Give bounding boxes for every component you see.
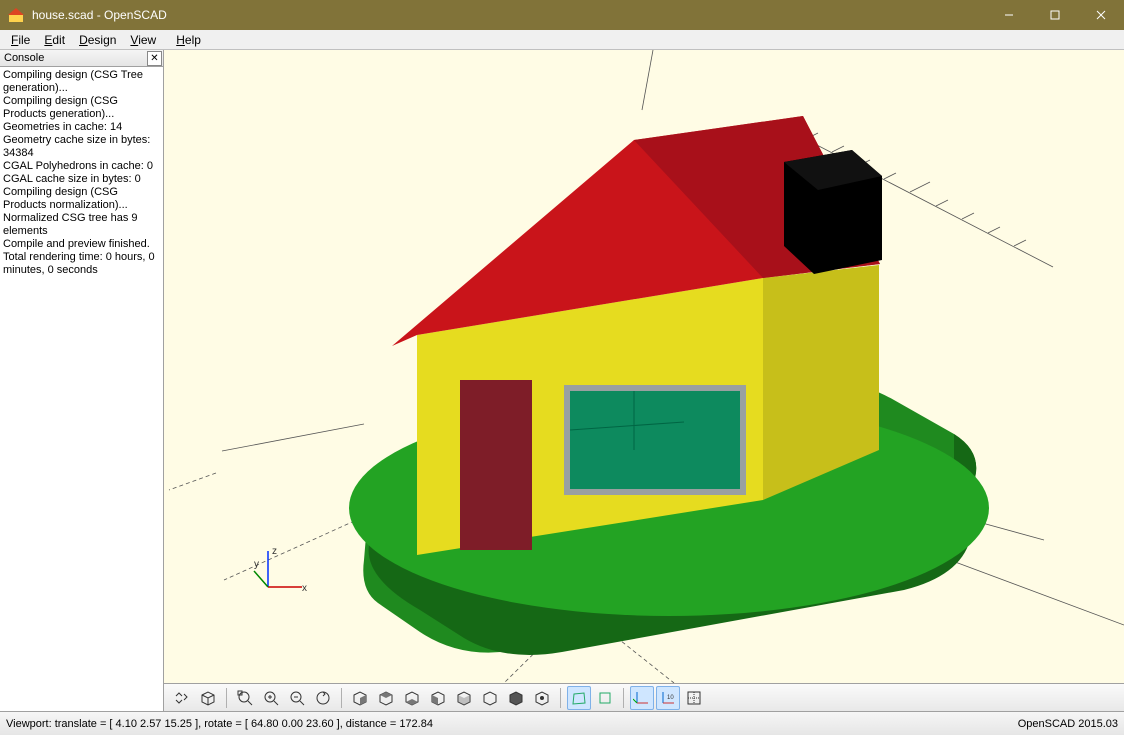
menu-file[interactable]: File [4,32,37,48]
console-output: Compiling design (CSG Tree generation)..… [0,67,163,279]
console-line: Total rendering time: 0 hours, 0 minutes… [3,251,160,277]
window-title: house.scad - OpenSCAD [32,8,986,22]
zoom-in-icon[interactable] [259,686,283,710]
workspace: Console ✕ Compiling design (CSG Tree gen… [0,50,1124,711]
view-front-icon[interactable] [452,686,476,710]
console-line: CGAL Polyhedrons in cache: 0 [3,160,160,173]
viewport-area: z x y 10 [164,50,1124,711]
menu-help[interactable]: Help [169,32,208,48]
crosshairs-icon[interactable] [682,686,706,710]
svg-text:x: x [302,583,307,594]
console-line: CGAL cache size in bytes: 0 [3,173,160,186]
menu-view[interactable]: View [123,32,163,48]
3d-viewport[interactable]: z x y [164,50,1124,683]
minimize-button[interactable] [986,0,1032,30]
close-button[interactable] [1078,0,1124,30]
app-icon [8,7,24,23]
svg-text:10: 10 [667,695,674,701]
view-top-icon[interactable] [374,686,398,710]
view-toolbar: 10 [164,683,1124,711]
console-line: Compiling design (CSG Tree generation)..… [3,69,160,95]
view-center-icon[interactable] [530,686,554,710]
reset-view-icon[interactable] [311,686,335,710]
show-scale-icon[interactable]: 10 [656,686,680,710]
preview-icon[interactable] [196,686,220,710]
status-viewport-info: Viewport: translate = [ 4.10 2.57 15.25 … [6,718,433,730]
orthogonal-icon[interactable] [593,686,617,710]
axis-gizmo: z x y [250,545,310,605]
view-back-icon[interactable] [478,686,502,710]
view-all-icon[interactable] [233,686,257,710]
svg-text:z: z [272,546,277,557]
console-line: Compiling design (CSG Products generatio… [3,95,160,121]
tool-expand-icon[interactable] [170,686,194,710]
menu-design[interactable]: Design [72,32,123,48]
console-line: Compile and preview finished. [3,238,160,251]
perspective-icon[interactable] [567,686,591,710]
zoom-out-icon[interactable] [285,686,309,710]
console-line: Normalized CSG tree has 9 elements [3,212,160,238]
console-line: Geometries in cache: 14 [3,121,160,134]
window-titlebar: house.scad - OpenSCAD [0,0,1124,30]
console-line: Compiling design (CSG Products normaliza… [3,186,160,212]
view-diagonal-icon[interactable] [504,686,528,710]
menu-edit[interactable]: Edit [37,32,72,48]
view-bottom-icon[interactable] [400,686,424,710]
console-line: Geometry cache size in bytes: 34384 [3,134,160,160]
console-title: Console [4,52,44,64]
console-panel: Console ✕ Compiling design (CSG Tree gen… [0,50,164,711]
maximize-button[interactable] [1032,0,1078,30]
console-close-button[interactable]: ✕ [147,51,162,66]
view-right-icon[interactable] [348,686,372,710]
status-bar: Viewport: translate = [ 4.10 2.57 15.25 … [0,711,1124,735]
status-version: OpenSCAD 2015.03 [1018,718,1118,730]
svg-text:y: y [254,559,259,570]
console-header: Console ✕ [0,50,163,67]
menu-bar: File Edit Design View Help [0,30,1124,50]
show-axes-icon[interactable] [630,686,654,710]
view-left-icon[interactable] [426,686,450,710]
